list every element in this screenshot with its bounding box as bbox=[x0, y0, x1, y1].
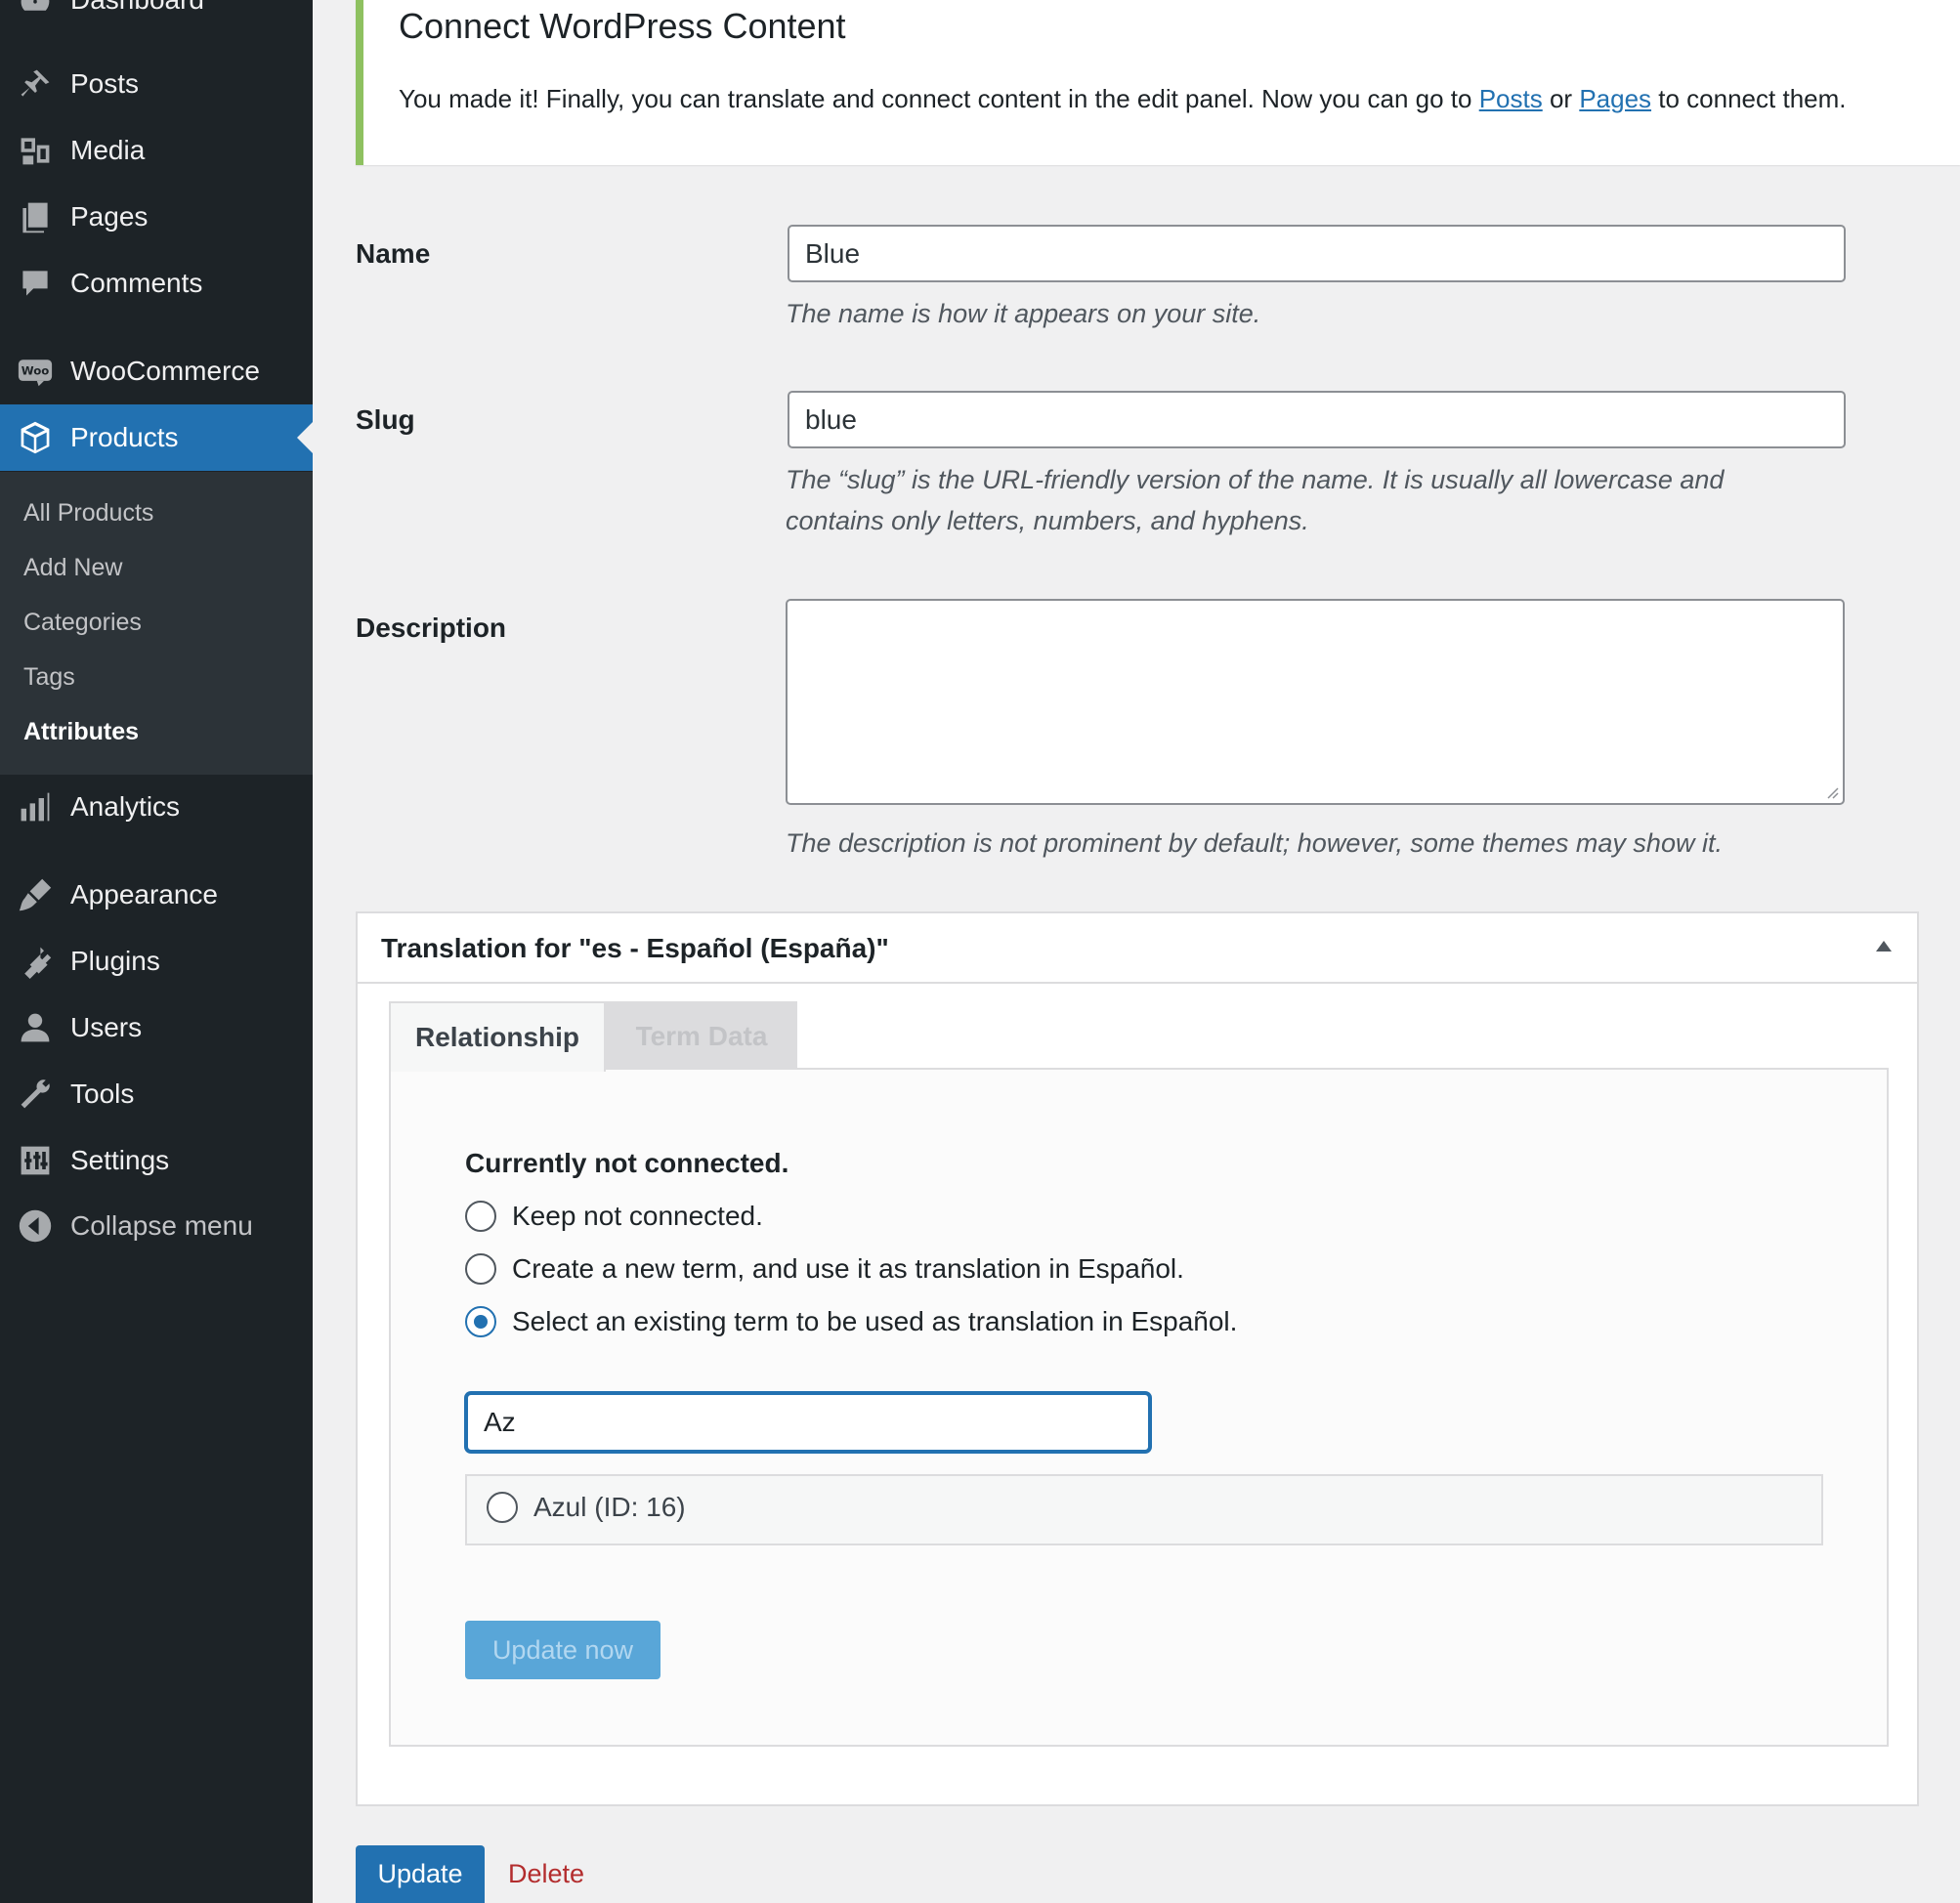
menu-label: Tools bbox=[70, 1078, 135, 1109]
menu-item-plugins[interactable]: Plugins bbox=[0, 928, 313, 994]
menu-label: Posts bbox=[70, 68, 140, 99]
resize-grip-icon[interactable] bbox=[1823, 783, 1839, 799]
result-item[interactable]: Azul (ID: 16) bbox=[487, 1492, 686, 1523]
menu-item-woocommerce[interactable]: Woo WooCommerce bbox=[0, 338, 313, 404]
menu-label: Analytics bbox=[70, 791, 181, 822]
woo-icon: Woo bbox=[17, 353, 54, 390]
sliders-icon bbox=[17, 1142, 54, 1179]
name-input[interactable] bbox=[788, 225, 1846, 282]
translation-title: Translation for "es - Español (España)" bbox=[381, 933, 889, 963]
connection-status: Currently not connected. bbox=[465, 1148, 789, 1178]
menu-item-settings[interactable]: Settings bbox=[0, 1127, 313, 1194]
description-textarea[interactable] bbox=[786, 599, 1845, 805]
delete-link[interactable]: Delete bbox=[508, 1859, 584, 1889]
radio-button[interactable] bbox=[465, 1201, 496, 1232]
collapse-icon bbox=[17, 1207, 54, 1245]
brush-icon bbox=[17, 876, 54, 913]
name-help: The name is how it appears on your site. bbox=[786, 299, 1261, 328]
posts-link[interactable]: Posts bbox=[1479, 84, 1543, 113]
description-label: Description bbox=[356, 613, 507, 643]
box-icon bbox=[17, 419, 54, 456]
option-keep-not-connected[interactable]: Keep not connected. bbox=[465, 1197, 763, 1236]
submenu-tags[interactable]: Tags bbox=[23, 657, 75, 697]
menu-label: Plugins bbox=[70, 946, 160, 976]
slug-help-line-2: contains only letters, numbers, and hyph… bbox=[786, 506, 1309, 535]
menu-item-comments[interactable]: Comments bbox=[0, 250, 313, 317]
submenu-add-new[interactable]: Add New bbox=[23, 548, 122, 587]
slug-help-line-1: The “slug” is the URL-friendly version o… bbox=[786, 465, 1725, 494]
radio-button[interactable] bbox=[487, 1492, 518, 1523]
translation-metabox: Translation for "es - Español (España)" … bbox=[356, 911, 1919, 1806]
collapse-menu-button[interactable]: Collapse menu bbox=[0, 1193, 313, 1259]
option-label: Create a new term, and use it as transla… bbox=[512, 1253, 1184, 1284]
option-label: Keep not connected. bbox=[512, 1201, 763, 1231]
menu-label: Settings bbox=[70, 1145, 170, 1175]
menu-label: Collapse menu bbox=[70, 1210, 253, 1241]
notice-title: Connect WordPress Content bbox=[399, 6, 846, 46]
update-button[interactable]: Update bbox=[356, 1845, 485, 1903]
comment-icon bbox=[17, 265, 54, 302]
notice-text-after: to connect them. bbox=[1651, 84, 1847, 113]
submenu-attributes[interactable]: Attributes bbox=[23, 712, 139, 751]
admin-sidebar: Dashboard Posts Media Pages Comments Woo bbox=[0, 0, 313, 1903]
user-icon bbox=[17, 1009, 54, 1046]
slug-input[interactable] bbox=[788, 391, 1846, 448]
search-results: Azul (ID: 16) bbox=[465, 1474, 1823, 1545]
menu-label: Comments bbox=[70, 268, 203, 298]
menu-label: WooCommerce bbox=[70, 356, 260, 386]
menu-item-pages[interactable]: Pages bbox=[0, 184, 313, 250]
relationship-panel: Currently not connected. Keep not connec… bbox=[389, 1068, 1889, 1747]
tab-term-data[interactable]: Term Data bbox=[606, 1001, 797, 1070]
menu-item-users[interactable]: Users bbox=[0, 994, 313, 1061]
tab-relationship[interactable]: Relationship bbox=[389, 1001, 606, 1072]
notice-text-or: or bbox=[1542, 84, 1580, 113]
dashboard-icon bbox=[17, 0, 54, 19]
menu-label: Products bbox=[70, 422, 179, 452]
option-select-existing-term[interactable]: Select an existing term to be used as tr… bbox=[465, 1302, 1237, 1341]
option-create-new-term[interactable]: Create a new term, and use it as transla… bbox=[465, 1249, 1184, 1289]
notice-text-before: You made it! Finally, you can translate … bbox=[399, 84, 1479, 113]
update-now-button[interactable]: Update now bbox=[465, 1621, 660, 1679]
products-submenu: All Products Add New Categories Tags Att… bbox=[0, 472, 313, 775]
menu-item-analytics[interactable]: Analytics bbox=[0, 774, 313, 840]
menu-item-appearance[interactable]: Appearance bbox=[0, 862, 313, 928]
menu-item-media[interactable]: Media bbox=[0, 117, 313, 184]
submenu-all-products[interactable]: All Products bbox=[23, 493, 153, 532]
plug-icon bbox=[17, 943, 54, 980]
radio-button[interactable] bbox=[465, 1253, 496, 1285]
description-help: The description is not prominent by defa… bbox=[786, 828, 1723, 858]
menu-label: Pages bbox=[70, 201, 149, 232]
pages-icon bbox=[17, 198, 54, 235]
pin-icon bbox=[17, 65, 54, 103]
slug-label: Slug bbox=[356, 404, 415, 435]
translation-header[interactable]: Translation for "es - Español (España)" bbox=[358, 913, 1917, 984]
result-label: Azul (ID: 16) bbox=[533, 1492, 686, 1522]
menu-item-tools[interactable]: Tools bbox=[0, 1061, 313, 1127]
radio-button-selected[interactable] bbox=[465, 1306, 496, 1337]
pages-link[interactable]: Pages bbox=[1579, 84, 1651, 113]
notice-text: You made it! Finally, you can translate … bbox=[399, 84, 1847, 114]
success-notice: Connect WordPress Content You made it! F… bbox=[356, 0, 1960, 165]
menu-label: Users bbox=[70, 1012, 143, 1042]
menu-label: Media bbox=[70, 135, 146, 165]
bar-chart-icon bbox=[17, 788, 54, 825]
collapse-arrow-icon[interactable] bbox=[1876, 941, 1892, 952]
submenu-categories[interactable]: Categories bbox=[23, 603, 142, 642]
menu-item-products[interactable]: Products bbox=[0, 404, 313, 471]
menu-item-dashboard[interactable]: Dashboard bbox=[0, 0, 313, 33]
menu-label: Appearance bbox=[70, 879, 219, 909]
term-search-input[interactable] bbox=[465, 1392, 1151, 1453]
menu-item-posts[interactable]: Posts bbox=[0, 51, 313, 117]
option-label: Select an existing term to be used as tr… bbox=[512, 1306, 1238, 1336]
menu-label: Dashboard bbox=[70, 0, 204, 16]
media-icon bbox=[17, 132, 54, 169]
name-label: Name bbox=[356, 238, 431, 269]
wrench-icon bbox=[17, 1076, 54, 1113]
svg-text:Woo: Woo bbox=[21, 364, 50, 378]
